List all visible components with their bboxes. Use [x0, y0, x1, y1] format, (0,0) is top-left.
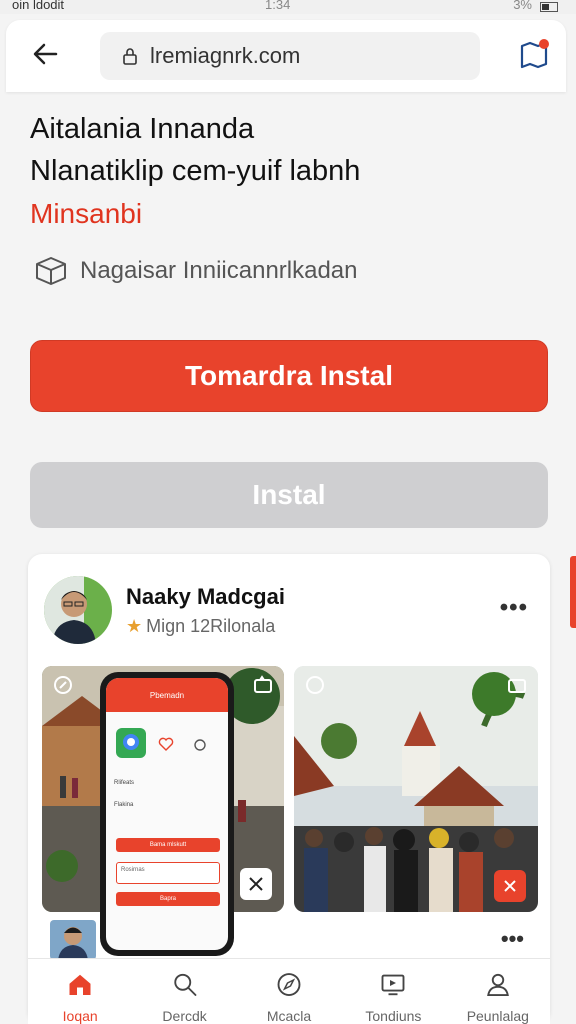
app-title-line2: Nlanatiklip cem-yuif labnh: [30, 155, 361, 187]
nav-label: Dercdk: [162, 1008, 207, 1024]
more-options-button[interactable]: •••: [500, 594, 528, 622]
phone-row-1: Rlifeats: [114, 780, 135, 786]
browser-toolbar: lremiagnrk.com: [6, 20, 566, 92]
nav-profile[interactable]: Peunlalag: [446, 959, 550, 1024]
nav-explore[interactable]: Mcacla: [237, 959, 341, 1024]
next-post-avatar[interactable]: [50, 920, 96, 960]
clock: 1:34: [265, 0, 291, 12]
address-bar[interactable]: lremiagnrk.com: [100, 32, 480, 80]
phone-header: Pbemadn: [106, 678, 228, 712]
home-icon: [69, 974, 91, 995]
box-icon: [36, 257, 66, 285]
url-text: lremiagnrk.com: [150, 43, 301, 68]
nav-label: Ioqan: [62, 1008, 98, 1024]
next-post-more-button[interactable]: •••: [501, 926, 524, 952]
carrier-text: oin ldodit: [12, 0, 65, 12]
post-card: Naaky Madcgai ★ Mign 12Rilonala ••• Pbem…: [28, 554, 550, 1024]
battery-percent: 3%: [513, 0, 532, 12]
star-icon: ★: [126, 616, 143, 636]
package-note: Nagaisar Inniicannrlkadan: [34, 256, 358, 286]
dismiss-photo-button[interactable]: [240, 868, 272, 900]
maps-app-icon: [116, 728, 146, 758]
nav-search[interactable]: Dercdk: [132, 959, 236, 1024]
phone-mockup: Pbemadn Rlifeats Flakina Bama mlskutt Ro…: [100, 672, 234, 956]
camera-badge-icon: [54, 676, 72, 694]
nav-tv[interactable]: Tondiuns: [341, 959, 445, 1024]
close-icon: [249, 877, 263, 891]
next-post-preview: •••: [42, 920, 538, 960]
app-info: Aitalania Innanda Nlanatiklip cem-yuif l…: [30, 108, 550, 230]
install-secondary-button[interactable]: Instal: [30, 462, 548, 528]
nav-label: Mcacla: [266, 1008, 312, 1024]
lock-icon: [123, 48, 137, 65]
phone-button-1: Bama mlskutt: [116, 838, 220, 852]
phone-screen: Pbemadn Rlifeats Flakina Bama mlskutt Ro…: [106, 678, 228, 950]
gallery-badge-icon: [508, 679, 526, 693]
poster-meta-text: Mign 12Rilonala: [146, 616, 276, 636]
camera-badge-icon: [306, 676, 324, 694]
back-arrow-icon[interactable]: [30, 38, 62, 70]
search-icon: [173, 973, 197, 996]
developer-link[interactable]: Minsanbi: [30, 198, 550, 230]
close-icon: [504, 880, 516, 892]
compass-icon: [277, 973, 301, 996]
poster-meta: ★ Mign 12Rilonala: [126, 616, 275, 637]
phone-row-2: Flakina: [114, 802, 134, 808]
battery-icon: [540, 1, 558, 12]
app-title-line1: Aitalania Innanda: [30, 113, 255, 145]
phone-input: Rosirnas: [116, 862, 220, 884]
tv-icon: [381, 974, 405, 996]
apple-icon: [194, 739, 206, 751]
profile-icon: [486, 973, 509, 996]
poster-name[interactable]: Naaky Madcgai: [126, 584, 285, 610]
package-note-text: Nagaisar Inniicannrlkadan: [80, 257, 358, 284]
nav-label: Tondiuns: [365, 1008, 422, 1024]
heart-icon: [158, 737, 174, 751]
status-bar: oin ldodit 1:34 3%: [0, 0, 576, 14]
gallery-badge-icon: [254, 675, 272, 693]
avatar[interactable]: [44, 576, 112, 644]
nav-home[interactable]: Ioqan: [28, 959, 132, 1024]
status-icons: 3%: [513, 0, 558, 12]
bottom-navigation: Ioqan Dercdk Mcacla Tondiuns Peunlalag: [28, 958, 550, 1024]
side-accent-bar: [570, 556, 576, 628]
phone-button-2: Bapra: [116, 892, 220, 906]
nav-label: Peunlalag: [466, 1008, 529, 1024]
flag-notification-icon[interactable]: [516, 38, 550, 72]
install-primary-button[interactable]: Tomardra Instal: [30, 340, 548, 412]
photo-right[interactable]: [294, 666, 538, 912]
dismiss-photo-button[interactable]: [494, 870, 526, 902]
